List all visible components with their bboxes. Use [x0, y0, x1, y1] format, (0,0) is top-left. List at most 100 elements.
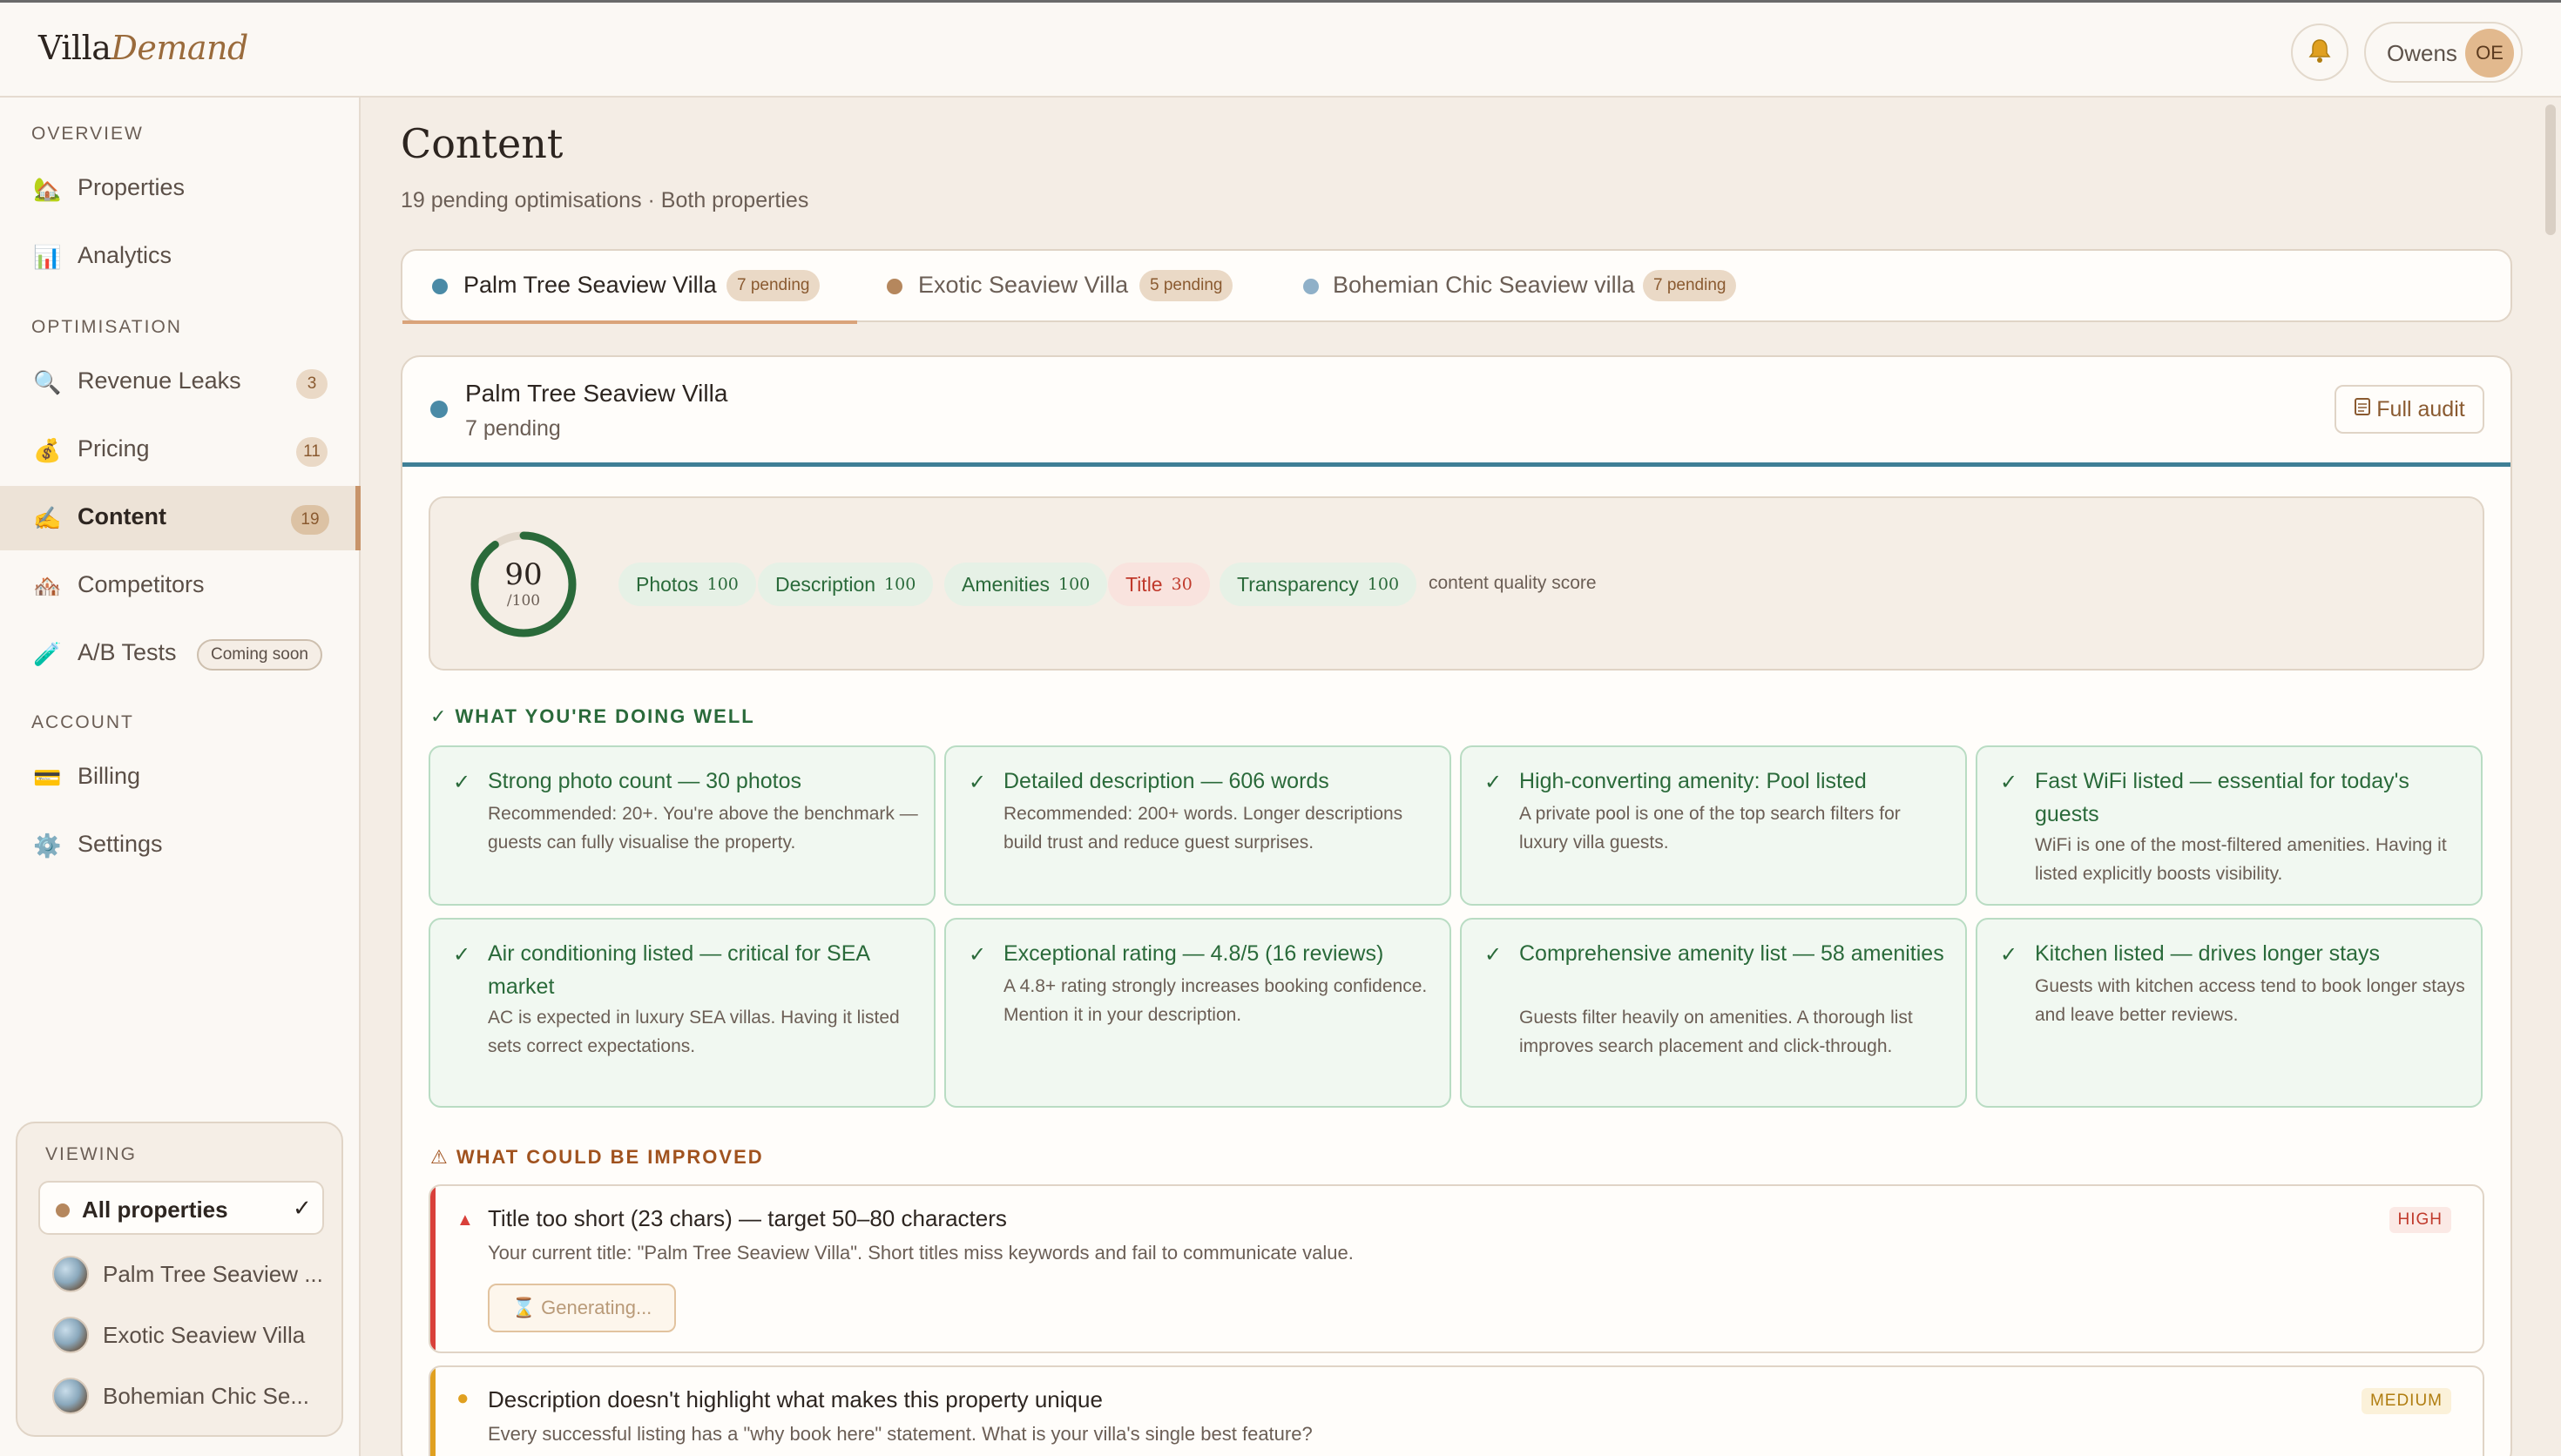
doing-well-item: ✓ Fast WiFi listed — essential for today…	[1976, 745, 2483, 906]
check-icon: ✓	[453, 771, 471, 794]
sidebar-item-settings[interactable]: ⚙️ Settings	[0, 813, 361, 878]
doing-well-item: ✓ Air conditioning listed — critical for…	[429, 918, 936, 1108]
property-option[interactable]: Exotic Seaview Villa	[52, 1313, 340, 1357]
property-content-card: Palm Tree Seaview Villa 7 pending Full a…	[401, 355, 2512, 1456]
card-title: Palm Tree Seaview Villa	[465, 380, 728, 407]
property-thumbnail	[52, 1378, 89, 1414]
doing-well-title: High-converting amenity: Pool listed	[1519, 769, 1867, 793]
sidebar-item-label: Pricing	[78, 435, 150, 462]
full-audit-button[interactable]: Full audit	[2335, 385, 2484, 434]
doing-well-item: ✓ Strong photo count — 30 photos Recomme…	[429, 745, 936, 906]
score-chip-transparency: Transparency 100	[1220, 563, 1417, 606]
card-subtitle: 7 pending	[465, 416, 561, 441]
all-properties-option[interactable]: All properties ✓	[38, 1181, 324, 1235]
generating-button[interactable]: ⌛ Generating...	[488, 1284, 676, 1332]
user-menu-button[interactable]: Owens OE	[2364, 22, 2523, 83]
full-audit-label: Full audit	[2376, 396, 2465, 421]
property-dot	[887, 279, 902, 294]
doing-well-label: WHAT YOU'RE DOING WELL	[455, 705, 755, 727]
score-chip-amenities: Amenities 100	[944, 563, 1108, 606]
sidebar-item-ab-tests[interactable]: 🧪 A/B Tests Coming soon	[0, 622, 361, 686]
tab-palm-tree-seaview-villa[interactable]: Palm Tree Seaview Villa 7 pending	[402, 251, 857, 324]
property-tabs: Palm Tree Seaview Villa 7 pending Exotic…	[401, 249, 2512, 324]
tab-exotic-seaview-villa[interactable]: Exotic Seaview Villa 5 pending	[857, 251, 1275, 322]
page-title: Content	[401, 120, 564, 167]
document-icon	[2354, 397, 2371, 422]
sidebar-item-label: Revenue Leaks	[78, 367, 241, 394]
tab-label: Bohemian Chic Seaview villa	[1333, 272, 1635, 298]
property-name: Exotic Seaview Villa	[103, 1322, 306, 1348]
score-note: content quality score	[1429, 573, 1597, 593]
page-subtitle: 19 pending optimisations · Both properti…	[401, 188, 809, 212]
sidebar-item-label: Properties	[78, 174, 186, 200]
tab-label: Palm Tree Seaview Villa	[463, 272, 717, 298]
improvement-title: Title too short (23 chars) — target 50–8…	[488, 1205, 1007, 1231]
sidebar-item-revenue-leaks[interactable]: 🔍 Revenue Leaks 3	[0, 350, 361, 415]
app-logo[interactable]: VillaDemand	[38, 29, 248, 67]
sidebar-item-properties[interactable]: 🏡 Properties	[0, 157, 361, 221]
pending-badge: 7 pending	[726, 270, 821, 301]
check-icon: ✓	[1484, 943, 1503, 967]
improvement-item: ▲ Title too short (23 chars) — target 50…	[429, 1184, 2484, 1353]
property-option[interactable]: Bohemian Chic Se...	[52, 1374, 340, 1418]
avatar: OE	[2465, 29, 2514, 78]
viewing-label: VIEWING	[45, 1144, 138, 1164]
property-dot	[56, 1203, 70, 1217]
sidebar-item-label: Billing	[78, 763, 141, 789]
notifications-button[interactable]	[2291, 24, 2348, 81]
tab-bohemian-chic-seaview-villa[interactable]: Bohemian Chic Seaview villa 7 pending	[1275, 251, 1763, 322]
houses-icon: 🏘️	[33, 573, 62, 599]
check-icon: ✓	[293, 1195, 312, 1221]
severity-badge: HIGH	[2389, 1207, 2451, 1233]
check-icon: ✓	[430, 705, 456, 727]
severity-badge: MEDIUM	[2361, 1388, 2451, 1414]
doing-well-item: ✓ Exceptional rating — 4.8/5 (16 reviews…	[944, 918, 1451, 1108]
improvement-desc: Your current title: "Palm Tree Seaview V…	[488, 1242, 1354, 1264]
generating-label: Generating...	[541, 1297, 652, 1318]
property-thumbnail	[52, 1256, 89, 1292]
score-value: 90	[504, 557, 543, 592]
card-header: Palm Tree Seaview Villa 7 pending Full a…	[402, 357, 2510, 467]
pen-icon: ✍️	[33, 505, 62, 531]
tab-label: Exotic Seaview Villa	[918, 272, 1129, 298]
improvement-desc: Every successful listing has a "why book…	[488, 1423, 1313, 1445]
sidebar-item-pricing[interactable]: 💰 Pricing 11	[0, 418, 361, 482]
section-label-optimisation: OPTIMISATION	[31, 317, 182, 337]
doing-well-item: ✓ Detailed description — 606 words Recom…	[944, 745, 1451, 906]
chip-label: Title	[1125, 572, 1163, 596]
doing-well-desc: Guests with kitchen access tend to book …	[2035, 976, 2465, 1025]
sidebar-item-analytics[interactable]: 📊 Analytics	[0, 225, 361, 289]
content-score-panel: 90 /100 Photos 100 Description 100 Ameniti…	[429, 496, 2484, 671]
doing-well-desc: A 4.8+ rating strongly increases booking…	[1003, 976, 1428, 1025]
check-icon: ✓	[969, 943, 987, 967]
improve-heading: ⚠ WHAT COULD BE IMPROVED	[430, 1146, 764, 1169]
house-icon: 🏡	[33, 176, 62, 202]
money-bag-icon: 💰	[33, 437, 62, 463]
sidebar-item-label: Content	[78, 503, 166, 529]
sidebar-item-competitors[interactable]: 🏘️ Competitors	[0, 554, 361, 618]
doing-well-title: Comprehensive amenity list — 58 amenitie…	[1519, 941, 1944, 966]
check-icon: ✓	[2000, 943, 2018, 967]
doing-well-item: ✓ High-converting amenity: Pool listed A…	[1460, 745, 1967, 906]
property-dot	[430, 401, 448, 418]
doing-well-desc: Guests filter heavily on amenities. A th…	[1519, 1008, 1913, 1056]
doing-well-item: ✓ Kitchen listed — drives longer stays G…	[1976, 918, 2483, 1108]
sidebar-item-label: Analytics	[78, 242, 172, 268]
property-option[interactable]: Palm Tree Seaview ...	[52, 1252, 340, 1296]
gear-icon: ⚙️	[33, 832, 62, 859]
property-dot	[1303, 279, 1319, 294]
coming-soon-badge: Coming soon	[197, 639, 322, 671]
sidebar-item-content[interactable]: ✍️ Content 19	[0, 486, 361, 550]
count-badge: 11	[296, 437, 328, 467]
all-properties-label: All properties	[82, 1196, 228, 1223]
doing-well-desc: Recommended: 20+. You're above the bench…	[488, 804, 918, 853]
scrollbar[interactable]	[2545, 104, 2556, 235]
doing-well-title: Air conditioning listed — critical for S…	[488, 941, 869, 999]
property-filter-panel: VIEWING All properties ✓ Palm Tree Seavi…	[16, 1122, 343, 1437]
check-icon: ✓	[1484, 771, 1503, 794]
circle-icon: ●	[456, 1386, 470, 1410]
doing-well-desc: AC is expected in luxury SEA villas. Hav…	[488, 1008, 900, 1056]
sidebar-item-billing[interactable]: 💳 Billing	[0, 745, 361, 810]
property-thumbnail	[52, 1317, 89, 1353]
user-name: Owens	[2387, 40, 2457, 66]
